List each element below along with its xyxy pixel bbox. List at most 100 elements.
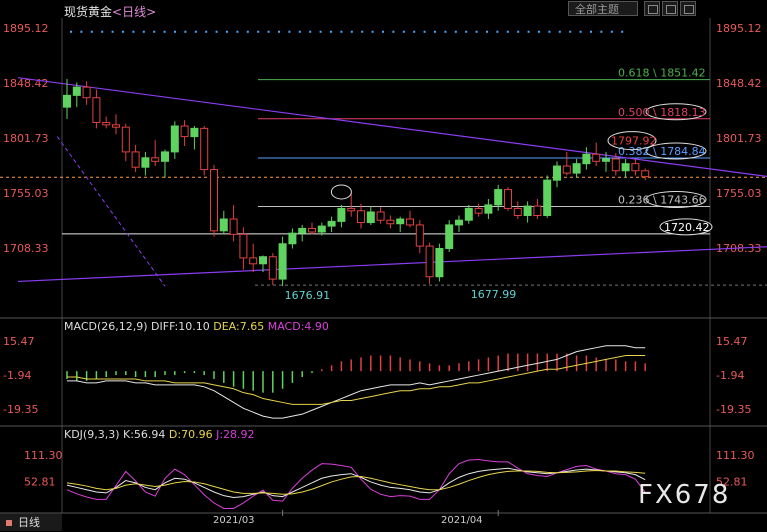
macd-legend-title: MACD(26,12,9)	[64, 320, 148, 333]
indicator-dot	[205, 30, 208, 33]
candle-body	[386, 219, 395, 225]
candle-body	[445, 224, 454, 249]
y-tick-label-left: 1895.12	[3, 22, 49, 35]
period-tab[interactable]: 日线	[0, 513, 62, 531]
candle-body	[376, 211, 385, 221]
indicator-dot	[153, 30, 156, 33]
indicator-dot	[590, 30, 592, 33]
candle-body	[611, 158, 620, 172]
indicator-dot	[267, 30, 270, 33]
indicator-dot	[80, 30, 83, 33]
indicator-dot	[423, 30, 426, 33]
candle-body	[298, 227, 307, 234]
chart-canvas[interactable]: 1895.12 1895.121848.42 1848.421801.73 1801.…	[0, 0, 767, 531]
indicator-dot	[486, 30, 488, 33]
macd-tick-right: -19.35	[716, 403, 751, 416]
indicator-dot	[610, 30, 613, 33]
candle-body	[72, 86, 81, 96]
candle-body	[562, 165, 571, 174]
candle-body	[121, 126, 130, 153]
candle-body	[317, 225, 326, 233]
candle-body	[259, 256, 267, 265]
candle-body	[435, 247, 444, 278]
indicator-dot	[371, 30, 374, 33]
indicator-dot	[226, 30, 228, 33]
indicator-dot	[496, 30, 499, 33]
pivot-circle	[330, 184, 352, 200]
candle-body	[484, 204, 493, 214]
candle-body	[82, 86, 91, 99]
indicator-dot	[392, 30, 395, 33]
indicator-dot	[101, 30, 104, 33]
y-tick-label-right: 1801.73	[716, 132, 762, 145]
indicator-dot	[402, 30, 405, 33]
kdj-tick-left: 111.30	[24, 449, 63, 462]
indicator-dot	[90, 30, 93, 33]
candle-body	[464, 207, 473, 221]
indicator-dot	[142, 30, 145, 33]
kdj-legend-k: K:56.94	[123, 428, 166, 441]
kdj-tick-left: 52.81	[24, 476, 56, 489]
period-tab-icon	[6, 520, 12, 526]
candle-body	[141, 157, 150, 168]
candle-body	[504, 189, 512, 209]
instrument-name: 现货黄金	[64, 5, 113, 19]
kdj-legend: KDJ(9,3,3) K:56.94 D:70.96 J:28.92	[64, 428, 255, 441]
candle-body	[572, 163, 581, 174]
indicator-dot	[465, 30, 468, 33]
dea-line	[67, 355, 646, 405]
candle-body	[327, 220, 336, 227]
indicator-dot	[288, 30, 291, 33]
theme-dropdown[interactable]: 全部主题	[568, 1, 638, 16]
kdj-tick-right: 111.30	[716, 449, 755, 462]
y-tick-label-right: 1895.12	[716, 22, 762, 35]
period-tab-label: 日线	[18, 516, 40, 529]
candle-body	[92, 97, 101, 123]
low-label: 1676.91	[285, 289, 331, 302]
indicator-dot	[579, 30, 582, 33]
indicator-dot	[163, 30, 166, 33]
candle-body	[180, 125, 189, 138]
y-tick-label-right: 1848.42	[716, 77, 762, 90]
candle-body	[513, 207, 522, 216]
macd-legend-macd: MACD:4.90	[267, 320, 329, 333]
candle-body	[543, 179, 552, 216]
candle-body	[553, 165, 561, 181]
candle-body	[131, 151, 140, 168]
candle-body	[229, 218, 238, 235]
indicator-dot	[122, 30, 124, 33]
candle-body	[278, 243, 287, 280]
chart-title: 现货黄金<日线>	[64, 3, 156, 20]
low-label: 1677.99	[471, 288, 517, 301]
indicator-dot	[527, 30, 530, 33]
candle-body	[396, 218, 405, 225]
indicator-dot	[434, 30, 436, 33]
candle-body	[533, 205, 542, 216]
candle-body	[641, 170, 650, 178]
indicator-dot	[444, 30, 447, 33]
candle-body	[357, 210, 365, 224]
indicator-dot	[600, 30, 603, 33]
macd-legend-diff: DIFF:10.10	[151, 320, 210, 333]
layout-icon[interactable]	[644, 1, 660, 16]
chart-header: 现货黄金<日线> 全部主题	[0, 0, 767, 20]
candle-body	[602, 158, 610, 162]
macd-legend: MACD(26,12,9) DIFF:10.10 DEA:7.65 MACD:4…	[64, 320, 329, 333]
candle-body	[347, 207, 356, 212]
indicator-dot	[132, 30, 135, 33]
settings-icon[interactable]	[662, 1, 678, 16]
candle-body	[288, 232, 297, 245]
candle-body	[337, 207, 346, 222]
fib-label: 0.618 \ 1851.42	[618, 67, 706, 80]
close-icon[interactable]	[680, 1, 696, 16]
period-label: <日线>	[112, 5, 157, 19]
candle-body	[268, 256, 277, 280]
candle-body	[210, 169, 218, 232]
y-tick-label-left: 1708.33	[3, 242, 49, 255]
indicator-dot	[309, 30, 312, 33]
candle-body	[415, 224, 424, 247]
candle-body	[102, 121, 111, 126]
theme-dropdown-label: 全部主题	[575, 3, 619, 16]
candle-body	[474, 207, 483, 214]
macd-tick-right: 15.47	[716, 335, 748, 348]
